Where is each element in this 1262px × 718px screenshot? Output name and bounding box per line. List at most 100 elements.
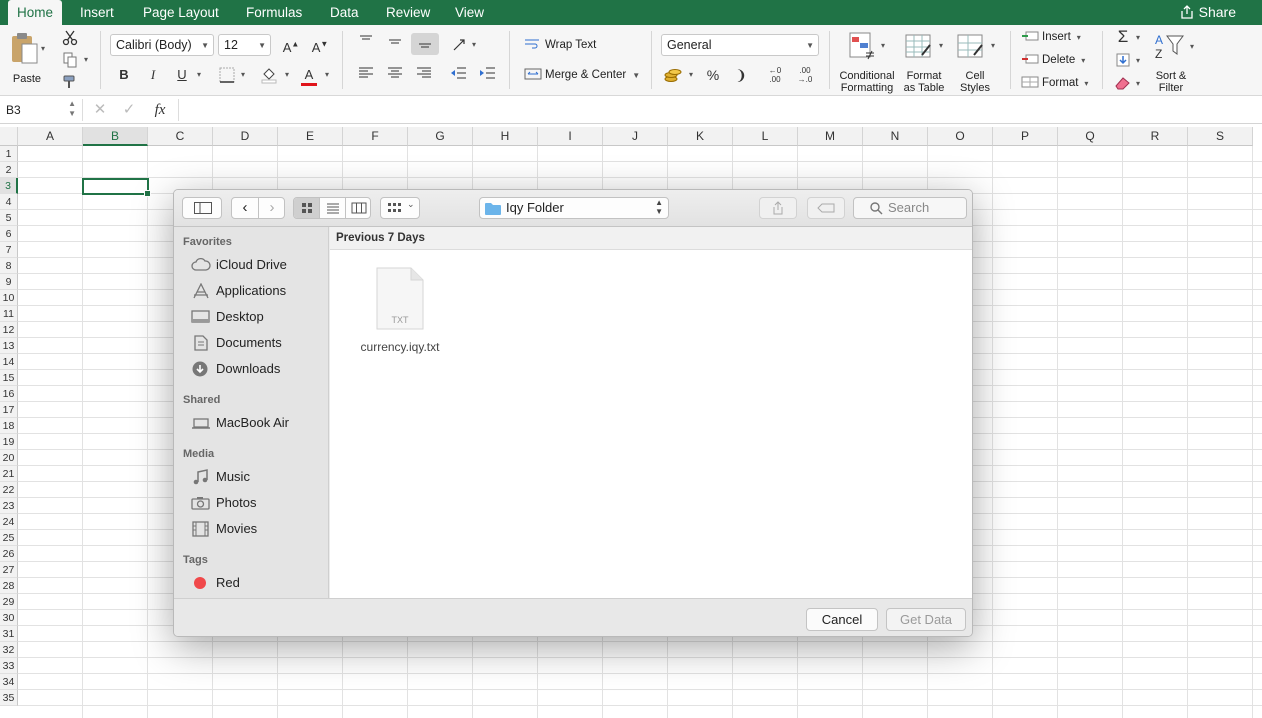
number-format-select[interactable]: General ▼ [661, 34, 819, 56]
borders-button[interactable] [215, 64, 239, 86]
column-header-m[interactable]: M [798, 127, 863, 146]
formula-input[interactable] [178, 99, 1258, 121]
row-header-3[interactable]: 3 [0, 178, 18, 194]
column-header-c[interactable]: C [148, 127, 213, 146]
row-header-2[interactable]: 2 [0, 162, 18, 178]
tab-formulas[interactable]: Formulas [246, 0, 302, 25]
group-by-button[interactable]: ⌄ [380, 197, 420, 219]
tag-button[interactable] [807, 197, 845, 219]
tab-review[interactable]: Review [386, 0, 430, 25]
select-all-corner[interactable] [0, 127, 18, 146]
fill-button[interactable] [1111, 49, 1135, 71]
percent-style-button[interactable]: % [701, 64, 725, 86]
tab-home[interactable]: Home [8, 0, 63, 25]
row-header-21[interactable]: 21 [0, 466, 18, 482]
row-header-31[interactable]: 31 [0, 626, 18, 642]
sidebar-item-tag-red[interactable]: Red [191, 572, 326, 594]
list-view-button[interactable] [320, 198, 346, 218]
column-header-p[interactable]: P [993, 127, 1058, 146]
sidebar-item-downloads[interactable]: Downloads [191, 358, 326, 380]
copy-button[interactable] [58, 49, 82, 71]
row-header-12[interactable]: 12 [0, 322, 18, 338]
fill-color-button[interactable] [257, 64, 281, 86]
orientation-dropdown-icon[interactable]: ▾ [472, 40, 476, 49]
column-header-j[interactable]: J [603, 127, 668, 146]
bold-button[interactable]: B [112, 64, 136, 86]
orientation-button[interactable] [449, 33, 473, 55]
font-color-button[interactable]: A [297, 64, 321, 86]
italic-button[interactable]: I [141, 64, 165, 86]
insert-function-button[interactable]: fx [148, 99, 172, 121]
row-header-19[interactable]: 19 [0, 434, 18, 450]
share-button[interactable]: Share [1180, 0, 1236, 25]
increase-font-size-button[interactable]: A▲ [279, 34, 303, 56]
accounting-format-button[interactable] [661, 64, 685, 86]
row-header-27[interactable]: 27 [0, 562, 18, 578]
copy-dropdown-icon[interactable]: ▾ [84, 55, 88, 64]
row-header-26[interactable]: 26 [0, 546, 18, 562]
insert-cells-button[interactable]: Insert ▾ [1021, 30, 1081, 43]
row-header-7[interactable]: 7 [0, 242, 18, 258]
align-top-button[interactable] [354, 33, 378, 55]
column-header-n[interactable]: N [863, 127, 928, 146]
column-header-f[interactable]: F [343, 127, 408, 146]
row-header-14[interactable]: 14 [0, 354, 18, 370]
row-header-6[interactable]: 6 [0, 226, 18, 242]
column-header-g[interactable]: G [408, 127, 473, 146]
row-header-1[interactable]: 1 [0, 146, 18, 162]
row-header-28[interactable]: 28 [0, 578, 18, 594]
cut-button[interactable] [58, 27, 82, 49]
location-popup[interactable]: Iqy Folder ▲ ▼ [479, 197, 669, 219]
underline-dropdown-icon[interactable]: ▾ [197, 70, 201, 79]
tab-view[interactable]: View [455, 0, 484, 25]
column-header-h[interactable]: H [473, 127, 538, 146]
paste-button[interactable]: ▾ Paste [8, 30, 48, 88]
get-data-button[interactable]: Get Data [886, 608, 966, 631]
underline-button[interactable]: U [170, 64, 194, 86]
column-header-i[interactable]: I [538, 127, 603, 146]
share-file-button[interactable] [759, 197, 797, 219]
sidebar-item-movies[interactable]: Movies [191, 518, 326, 540]
forward-button[interactable]: › [259, 198, 285, 218]
increase-decimal-button[interactable]: ←0.00 [763, 64, 787, 86]
format-cells-button[interactable]: Format ▾ [1021, 76, 1088, 89]
merge-center-button[interactable]: Merge & Center ▼ [524, 68, 640, 81]
column-view-button[interactable] [346, 198, 370, 218]
column-header-r[interactable]: R [1123, 127, 1188, 146]
sidebar-item-documents[interactable]: Documents [191, 332, 326, 354]
column-header-l[interactable]: L [733, 127, 798, 146]
column-header-s[interactable]: S [1188, 127, 1253, 146]
font-name-select[interactable]: Calibri (Body) ▼ [110, 34, 214, 56]
row-header-25[interactable]: 25 [0, 530, 18, 546]
tab-data[interactable]: Data [330, 0, 359, 25]
tab-page-layout[interactable]: Page Layout [143, 0, 219, 25]
increase-indent-button[interactable] [475, 64, 499, 86]
font-size-select[interactable]: 12 ▼ [218, 34, 271, 56]
row-header-18[interactable]: 18 [0, 418, 18, 434]
sort-filter-button[interactable]: AZ ▾ Sort & Filter [1150, 29, 1196, 94]
align-bottom-button[interactable] [411, 33, 439, 55]
row-header-13[interactable]: 13 [0, 338, 18, 354]
wrap-text-button[interactable]: Wrap Text [524, 38, 596, 51]
row-header-30[interactable]: 30 [0, 610, 18, 626]
search-field[interactable]: Search [853, 197, 967, 219]
column-header-k[interactable]: K [668, 127, 733, 146]
sidebar-toggle-button[interactable] [182, 197, 222, 219]
sidebar-item-music[interactable]: Music [191, 466, 326, 488]
row-header-17[interactable]: 17 [0, 402, 18, 418]
clear-dropdown-icon[interactable]: ▾ [1136, 79, 1140, 88]
accounting-dropdown-icon[interactable]: ▾ [689, 70, 693, 79]
sidebar-item-macbook-air[interactable]: MacBook Air [191, 412, 326, 434]
row-header-20[interactable]: 20 [0, 450, 18, 466]
column-header-q[interactable]: Q [1058, 127, 1123, 146]
paste-dropdown-icon[interactable]: ▾ [41, 44, 45, 53]
row-header-34[interactable]: 34 [0, 674, 18, 690]
column-header-d[interactable]: D [213, 127, 278, 146]
row-header-24[interactable]: 24 [0, 514, 18, 530]
align-left-button[interactable] [354, 64, 378, 86]
format-painter-button[interactable] [58, 71, 82, 93]
sidebar-item-desktop[interactable]: Desktop [191, 306, 326, 328]
conditional-formatting-button[interactable]: ▾ Conditional Formatting [836, 29, 898, 94]
column-header-e[interactable]: E [278, 127, 343, 146]
row-header-29[interactable]: 29 [0, 594, 18, 610]
